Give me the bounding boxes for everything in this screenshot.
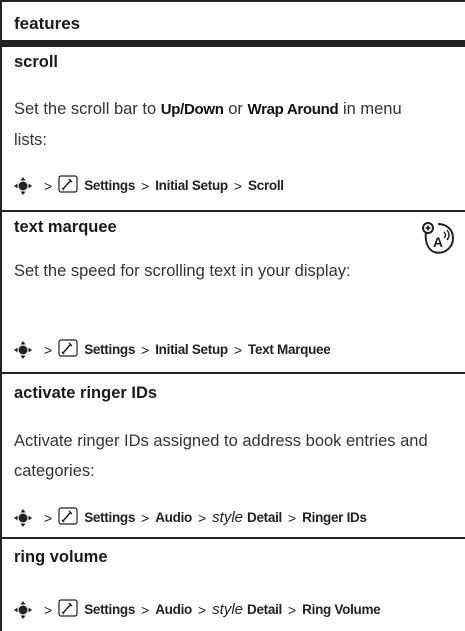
row-ring-volume: ring volume > Settings > Audio > style Deta… bbox=[2, 537, 465, 631]
menu-path: > Settings > Initial Setup > Text Marquee bbox=[14, 339, 331, 360]
nav-key-icon bbox=[14, 340, 32, 359]
row-activate-ringer-ids: activate ringer IDs Activate ringer IDs … bbox=[2, 372, 465, 537]
menu-path: > Settings > Audio > style Detail > Ringer I… bbox=[14, 507, 367, 528]
row-title: activate ringer IDs bbox=[14, 384, 158, 402]
settings-icon bbox=[58, 175, 78, 196]
settings-icon bbox=[58, 507, 78, 528]
settings-icon bbox=[58, 339, 78, 360]
nav-key-icon bbox=[14, 508, 32, 527]
row-text-marquee: text marquee A Set the speed for scrolli… bbox=[2, 210, 465, 372]
menu-path: > Settings > Audio > style Detail > Ring Vol… bbox=[14, 599, 381, 620]
row-title: scroll bbox=[14, 53, 59, 71]
table-header: features bbox=[2, 0, 465, 46]
row-title: ring volume bbox=[14, 548, 108, 566]
row-title: text marquee bbox=[14, 218, 117, 236]
nav-key-icon bbox=[14, 600, 32, 619]
row-description: Set the scroll bar to Up/Down or Wrap Ar… bbox=[14, 100, 402, 149]
settings-icon bbox=[58, 599, 78, 620]
menu-path: > Settings > Initial Setup > Scroll bbox=[14, 175, 284, 196]
header-title: features bbox=[14, 14, 81, 33]
features-table: features scroll Set the scroll bar to Up… bbox=[0, 0, 465, 631]
nav-key-icon bbox=[14, 176, 32, 195]
svg-text:A: A bbox=[433, 234, 443, 250]
row-description: Activate ringer IDs assigned to address … bbox=[14, 432, 428, 480]
network-feature-icon: A bbox=[420, 220, 456, 261]
row-description: Set the speed for scrolling text in your… bbox=[14, 262, 351, 280]
row-scroll: scroll Set the scroll bar to Up/Down or … bbox=[2, 45, 465, 210]
